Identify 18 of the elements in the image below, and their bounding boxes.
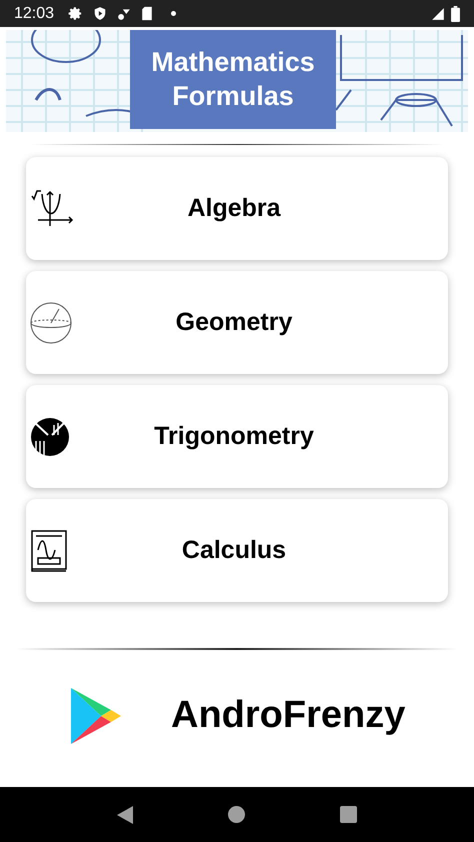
shield-icon [93,6,108,21]
sphere-icon [30,302,72,344]
topic-card[interactable]: Calculus [26,499,448,602]
topic-card[interactable]: Algebra [26,157,448,260]
clock-time: 12:03 [14,4,54,24]
signal-icon [431,6,445,20]
sd-card-icon [141,6,154,21]
gear-icon [68,6,84,21]
play-store-icon [69,686,123,746]
back-icon[interactable] [117,806,134,824]
calculator-book-icon [30,530,68,572]
home-icon[interactable] [228,806,245,823]
topic-card[interactable]: Trigonometry [26,385,448,488]
app-title: Mathematics Formulas [150,46,316,112]
topic-card[interactable]: Geometry [26,271,448,374]
battery-icon [451,6,460,22]
brand-name: AndroFrenzy [171,693,406,738]
recents-icon[interactable] [340,806,357,823]
